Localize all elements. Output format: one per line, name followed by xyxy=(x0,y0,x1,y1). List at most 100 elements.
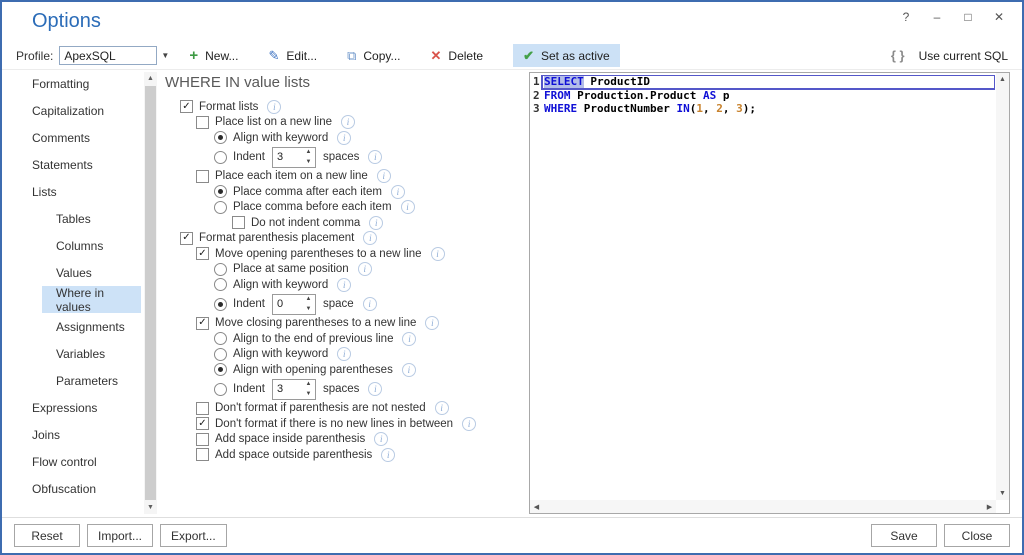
option-label[interactable]: Don't format if there is no new lines in… xyxy=(215,418,453,430)
sidebar-item-capitalization[interactable]: Capitalization xyxy=(2,97,141,124)
checkbox-do-not-indent-comma[interactable] xyxy=(232,216,245,230)
option-label[interactable]: Place list on a new line xyxy=(215,116,332,128)
option-label[interactable]: Format lists xyxy=(199,101,258,113)
checkbox-format-lists[interactable]: ✓ xyxy=(180,100,193,114)
sidebar-item-statements[interactable]: Statements xyxy=(2,151,141,178)
info-icon[interactable]: i xyxy=(369,215,384,230)
set-as-active-button[interactable]: ✔ Set as active xyxy=(513,44,620,67)
info-icon[interactable]: i xyxy=(337,130,352,145)
spinner-up-icon[interactable]: ▲ xyxy=(302,295,315,305)
info-icon[interactable]: i xyxy=(400,200,415,215)
info-icon[interactable]: i xyxy=(368,150,383,164)
option-label[interactable]: Indent xyxy=(233,298,265,310)
checkbox-format-parenthesis-placement[interactable]: ✓ xyxy=(180,231,193,245)
option-label[interactable]: Move opening parentheses to a new line xyxy=(215,248,422,260)
profile-dropdown-arrow-icon[interactable]: ▼ xyxy=(157,45,173,66)
sql-preview-panel[interactable]: 1 SELECT ProductID 2 FROM Production.Produc… xyxy=(529,72,1010,514)
profile-input[interactable] xyxy=(59,46,158,65)
reset-button[interactable]: Reset xyxy=(14,524,80,547)
info-icon[interactable]: i xyxy=(376,169,391,184)
indent-spinner[interactable]: 3 ▲ ▼ xyxy=(271,378,316,400)
sidebar-item-columns[interactable]: Columns xyxy=(2,232,141,259)
copy-profile-button[interactable]: ⧉ Copy... xyxy=(347,49,400,63)
option-label[interactable]: Place each item on a new line xyxy=(215,170,368,182)
close-icon[interactable]: ✕ xyxy=(988,8,1010,26)
radio-indent[interactable] xyxy=(214,382,227,396)
checkbox-add-space-inside-parenthesis[interactable] xyxy=(196,432,209,446)
sidebar-item-obfuscation[interactable]: Obfuscation xyxy=(2,475,141,502)
info-icon[interactable]: i xyxy=(362,297,377,311)
use-current-sql-button[interactable]: { } Use current SQL xyxy=(891,48,1008,63)
delete-profile-button[interactable]: ✕ Delete xyxy=(431,49,484,63)
sidebar-item-comments[interactable]: Comments xyxy=(2,124,141,151)
radio-place-at-same-position[interactable] xyxy=(214,262,227,276)
maximize-icon[interactable]: □ xyxy=(957,8,979,26)
info-icon[interactable]: i xyxy=(368,382,383,396)
scroll-up-icon[interactable]: ▲ xyxy=(144,72,157,85)
scroll-down-icon[interactable]: ▼ xyxy=(144,501,157,514)
spinner-down-icon[interactable]: ▼ xyxy=(302,389,315,399)
export-button[interactable]: Export... xyxy=(160,524,227,547)
spinner-down-icon[interactable]: ▼ xyxy=(302,304,315,314)
radio-align-to-the-end-of-previous-line[interactable] xyxy=(214,332,227,346)
import-button[interactable]: Import... xyxy=(87,524,154,547)
edit-profile-button[interactable]: ✎ Edit... xyxy=(268,49,317,63)
option-label[interactable]: Indent xyxy=(233,383,265,395)
option-label[interactable]: Align with keyword xyxy=(233,348,328,360)
sidebar-item-formatting[interactable]: Formatting xyxy=(2,70,141,97)
indent-spinner[interactable]: 3 ▲ ▼ xyxy=(271,146,316,168)
help-icon[interactable]: ? xyxy=(895,8,917,26)
radio-align-with-opening-parentheses[interactable] xyxy=(214,363,227,377)
radio-align-with-keyword[interactable] xyxy=(214,131,227,145)
option-label[interactable]: Align to the end of previous line xyxy=(233,333,393,345)
sidebar-item-flow-control[interactable]: Flow control xyxy=(2,448,141,475)
sidebar-item-parameters[interactable]: Parameters xyxy=(2,367,141,394)
option-label[interactable]: Align with keyword xyxy=(233,279,328,291)
option-label[interactable]: Place comma after each item xyxy=(233,186,382,198)
spinner-up-icon[interactable]: ▲ xyxy=(302,380,315,390)
info-icon[interactable]: i xyxy=(434,401,449,416)
spinner-value[interactable]: 0 xyxy=(273,295,302,314)
option-label[interactable]: Add space inside parenthesis xyxy=(215,433,365,445)
info-icon[interactable]: i xyxy=(340,115,355,130)
new-profile-button[interactable]: + New... xyxy=(189,48,238,63)
scroll-up-icon[interactable]: ▲ xyxy=(996,73,1009,86)
sidebar-item-values[interactable]: Values xyxy=(2,259,141,286)
sql-editor[interactable]: 1 SELECT ProductID 2 FROM Production.Produc… xyxy=(532,75,995,499)
radio-align-with-keyword[interactable] xyxy=(214,278,227,292)
option-label[interactable]: Move closing parentheses to a new line xyxy=(215,317,416,329)
option-label[interactable]: Place comma before each item xyxy=(233,201,392,213)
indent-spinner[interactable]: 0 ▲ ▼ xyxy=(271,293,316,315)
radio-indent[interactable] xyxy=(214,150,227,164)
sidebar-item-tables[interactable]: Tables xyxy=(2,205,141,232)
sidebar-item-joins[interactable]: Joins xyxy=(2,421,141,448)
info-icon[interactable]: i xyxy=(357,262,372,277)
checkbox-add-space-outside-parenthesis[interactable] xyxy=(196,448,209,462)
checkbox-move-closing-parentheses-to-a-new-line[interactable]: ✓ xyxy=(196,316,209,330)
checkbox-move-opening-parentheses-to-a-new-line[interactable]: ✓ xyxy=(196,247,209,261)
info-icon[interactable]: i xyxy=(363,231,378,246)
sidebar-scrollbar[interactable]: ▲ ▼ xyxy=(144,72,157,514)
checkbox-place-each-item-on-a-new-line[interactable] xyxy=(196,169,209,183)
spinner-value[interactable]: 3 xyxy=(273,380,302,399)
option-label[interactable]: Align with keyword xyxy=(233,132,328,144)
info-icon[interactable]: i xyxy=(430,246,445,261)
info-icon[interactable]: i xyxy=(390,184,405,199)
option-label[interactable]: Indent xyxy=(233,151,265,163)
info-icon[interactable]: i xyxy=(374,432,389,447)
option-label[interactable]: Do not indent comma xyxy=(251,217,360,229)
option-label[interactable]: Place at same position xyxy=(233,263,349,275)
scroll-left-icon[interactable]: ◀ xyxy=(530,500,543,513)
info-icon[interactable]: i xyxy=(401,362,416,377)
sidebar-item-variables[interactable]: Variables xyxy=(2,340,141,367)
sidebar-item-assignments[interactable]: Assignments xyxy=(2,313,141,340)
spinner-down-icon[interactable]: ▼ xyxy=(302,157,315,167)
info-icon[interactable]: i xyxy=(337,277,352,292)
spinner-value[interactable]: 3 xyxy=(273,148,302,167)
radio-place-comma-before-each-item[interactable] xyxy=(214,200,227,214)
option-label[interactable]: Align with opening parentheses xyxy=(233,364,393,376)
sql-horizontal-scrollbar[interactable]: ◀ ▶ xyxy=(530,500,996,513)
info-icon[interactable]: i xyxy=(267,99,282,114)
option-label[interactable]: Add space outside parenthesis xyxy=(215,449,372,461)
radio-align-with-keyword[interactable] xyxy=(214,347,227,361)
